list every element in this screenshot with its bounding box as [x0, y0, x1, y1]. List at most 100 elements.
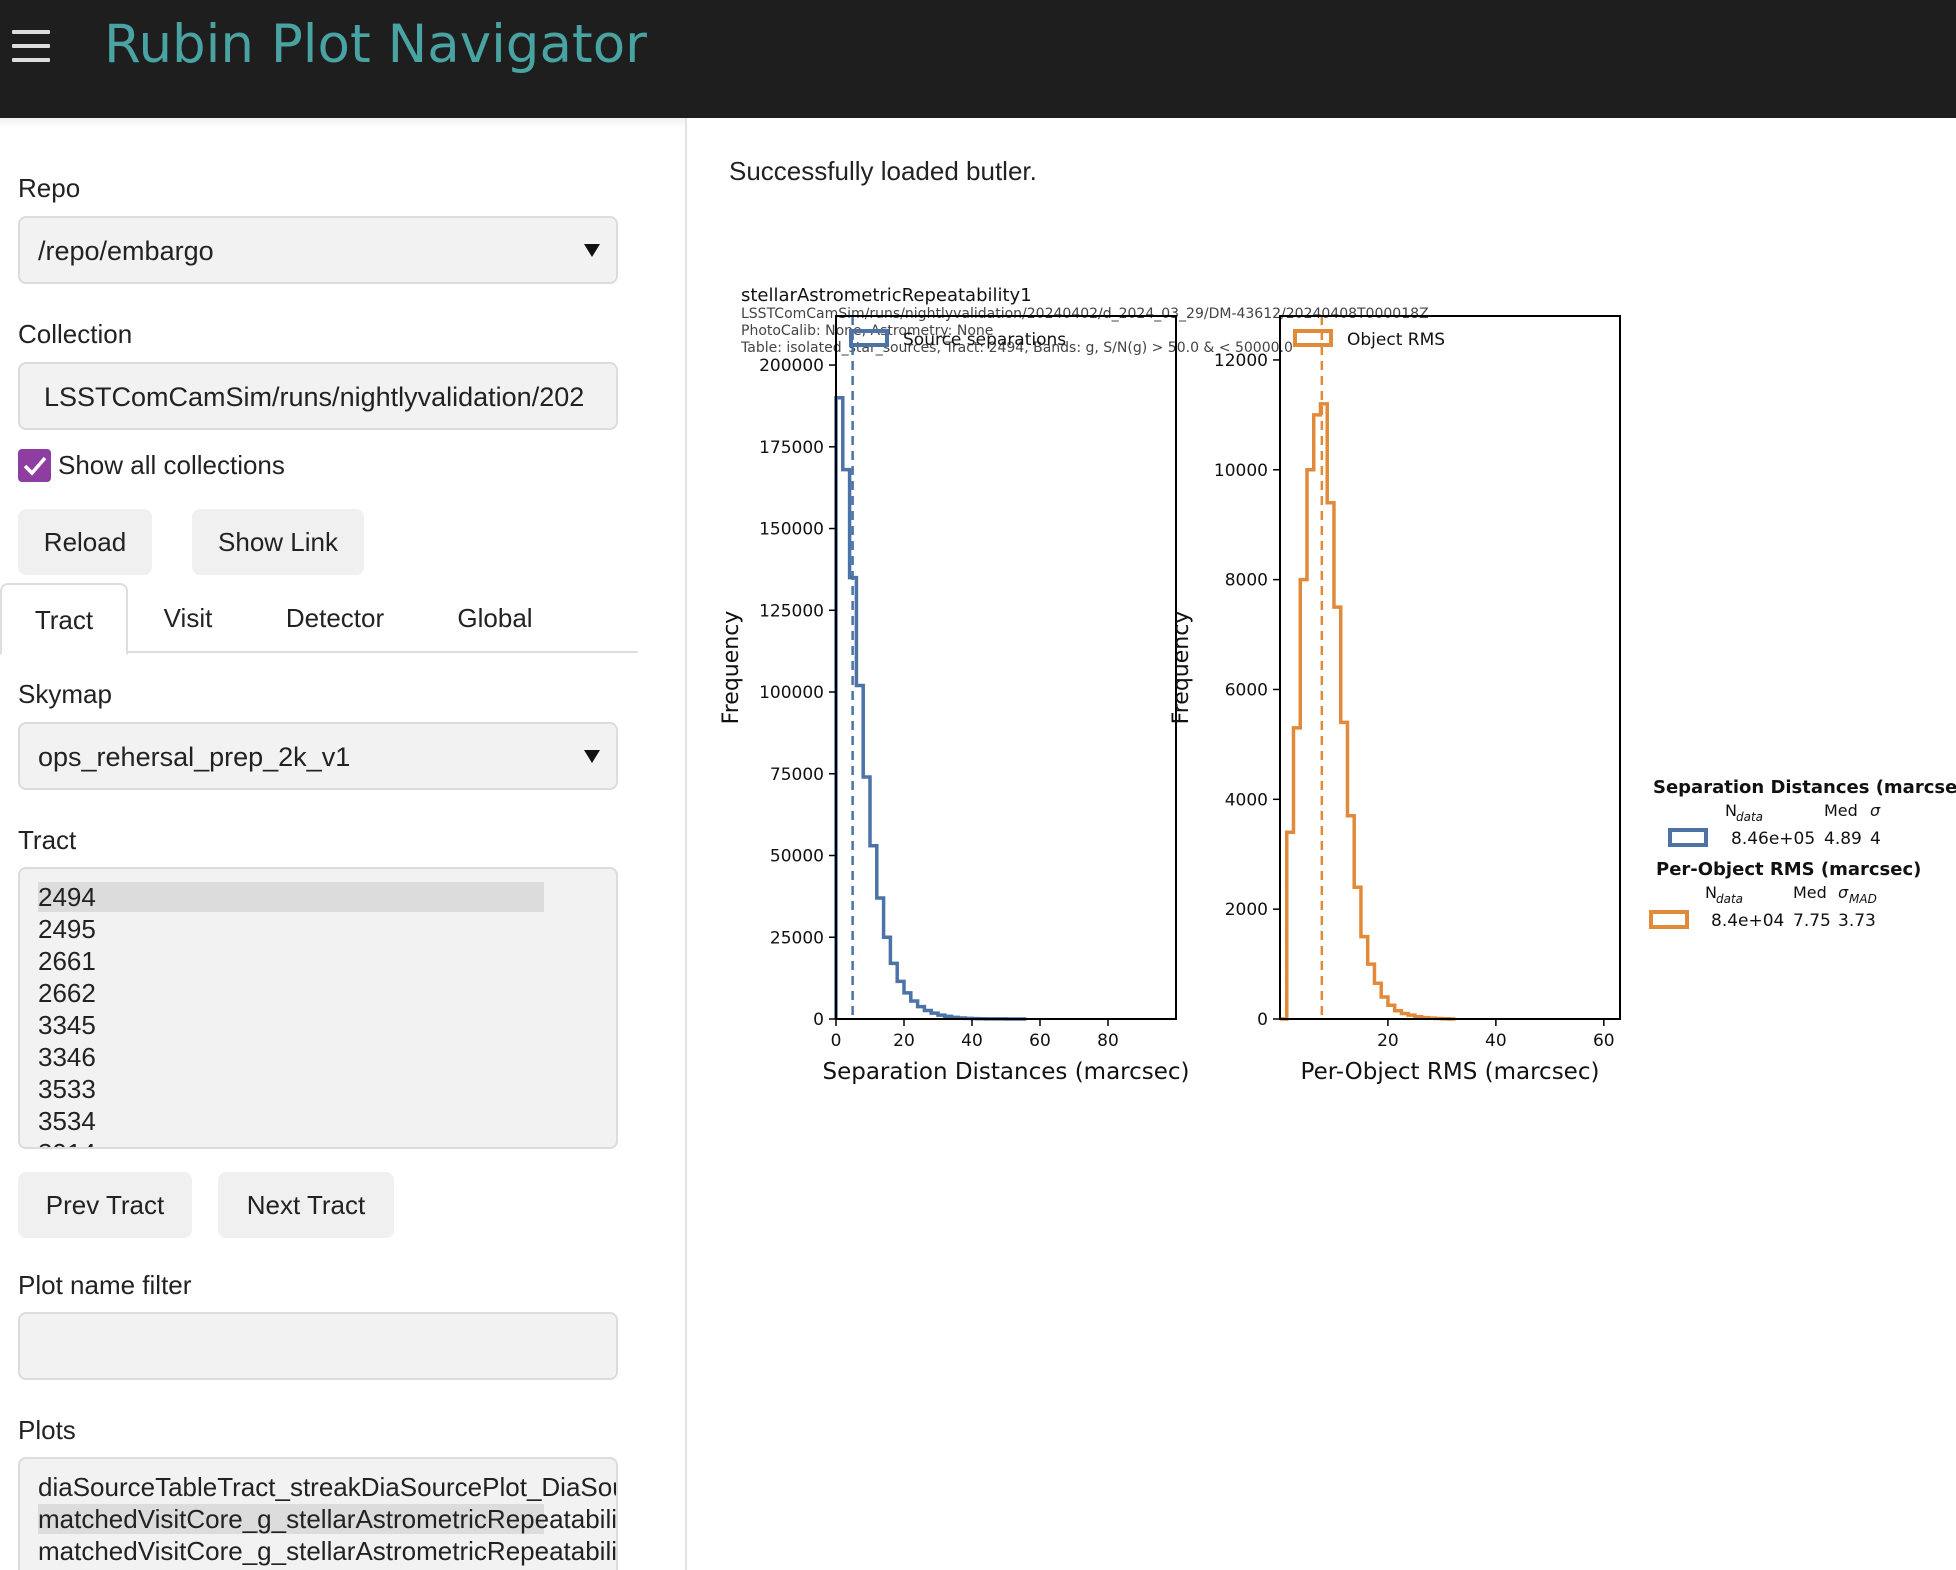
- hamburger-menu-icon[interactable]: [10, 30, 54, 64]
- tract-item[interactable]: 3533: [38, 1074, 96, 1104]
- stats-table: Separation Distances (marcsec) N data Me…: [1649, 777, 1956, 931]
- tab-detector[interactable]: Detector: [270, 583, 400, 653]
- y-tick-label: 4000: [1225, 790, 1268, 810]
- plot-filter-label: Plot name filter: [18, 1270, 192, 1300]
- separation-histogram-panel: 0 25000 50000 75000 100000 125000 150000 175000…: [719, 315, 1190, 1085]
- plot-item[interactable]: matchedVisitCore_g_stellarAstrometricRep…: [38, 1504, 616, 1534]
- status-message: Successfully loaded butler.: [729, 156, 1037, 186]
- stats-value: 8.46e+05: [1731, 829, 1815, 849]
- x-tick-label: 40: [1485, 1031, 1507, 1051]
- axes-frame: [1279, 315, 1621, 1020]
- legend-label: Object RMS: [1347, 330, 1445, 350]
- tract-item[interactable]: 2495: [38, 914, 96, 944]
- tract-label: Tract: [18, 825, 77, 855]
- y-tick-label: 2000: [1225, 900, 1268, 920]
- sep-legend-swatch: [1668, 828, 1708, 847]
- skymap-select[interactable]: ops_rehersal_prep_2k_v1: [18, 722, 618, 790]
- stats-header: σ: [1870, 801, 1881, 820]
- y-axis-label: Frequency: [719, 611, 744, 725]
- stats-value: 7.75: [1793, 911, 1831, 931]
- reload-button[interactable]: Reload: [18, 509, 152, 575]
- tab-global[interactable]: Global: [440, 583, 550, 653]
- tract-item[interactable]: 2494: [38, 882, 96, 912]
- plot-filter-input[interactable]: [18, 1312, 618, 1380]
- stats-sep-title: Separation Distances (marcsec): [1653, 777, 1956, 798]
- legend-label: Source separations: [903, 330, 1066, 350]
- y-tick-label: 50000: [770, 847, 824, 867]
- chevron-down-icon: [584, 244, 600, 257]
- x-tick-label: 80: [1097, 1031, 1119, 1051]
- y-tick-label: 125000: [759, 601, 824, 621]
- plots-label: Plots: [18, 1415, 76, 1445]
- stats-value: 4: [1870, 829, 1881, 849]
- x-tick-label: 60: [1593, 1031, 1615, 1051]
- plots-listbox[interactable]: diaSourceTableTract_streakDiaSourcePlot_…: [18, 1457, 618, 1570]
- stats-header: MAD: [1849, 892, 1877, 906]
- tab-tract[interactable]: Tract: [0, 583, 128, 655]
- x-tick-label: 0: [831, 1031, 842, 1051]
- x-axis-label: Separation Distances (marcsec): [822, 1059, 1189, 1085]
- tract-item[interactable]: 3346: [38, 1042, 96, 1072]
- y-tick-label: 12000: [1214, 351, 1268, 371]
- show-all-collections-checkbox[interactable]: [18, 449, 51, 482]
- y-tick-label: 25000: [770, 928, 824, 948]
- skymap-select-value: ops_rehersal_prep_2k_v1: [38, 742, 351, 772]
- collection-input[interactable]: LSSTComCamSim/runs/nightlyvalidation/202: [18, 362, 618, 430]
- collection-input-value: LSSTComCamSim/runs/nightlyvalidation/202: [44, 382, 585, 412]
- tract-listbox[interactable]: 2494 2495 2661 2662 3345 3346 3533 3534 …: [18, 867, 618, 1149]
- tract-item[interactable]: 2661: [38, 946, 96, 976]
- figure-title: stellarAstrometricRepeatability1: [741, 285, 1032, 306]
- rms-histogram-panel: 0 2000 4000 6000 8000 10000 12000 20 40 60 Per-Obj…: [1169, 315, 1621, 1085]
- y-tick-label: 200000: [759, 356, 824, 376]
- tract-item[interactable]: 2662: [38, 978, 96, 1008]
- y-tick-label: 0: [1257, 1010, 1268, 1030]
- repo-select-value: /repo/embargo: [38, 236, 214, 266]
- y-tick-label: 0: [813, 1010, 824, 1030]
- histogram-series: [834, 395, 1027, 1021]
- y-tick-label: 150000: [759, 520, 824, 540]
- stats-value: 4.89: [1824, 829, 1862, 849]
- y-axis-label: Frequency: [1169, 611, 1194, 725]
- app-header: Rubin Plot Navigator: [0, 0, 1956, 118]
- stats-header: data: [1716, 892, 1743, 906]
- axes-frame: [835, 315, 1177, 1020]
- skymap-label: Skymap: [18, 679, 112, 709]
- tract-selection-highlight: [38, 882, 544, 912]
- prev-tract-button[interactable]: Prev Tract: [18, 1172, 192, 1238]
- repo-label: Repo: [18, 173, 81, 203]
- main-panel: Successfully loaded butler. stellarAstro…: [689, 118, 1956, 1570]
- sidebar-shadow: [0, 118, 685, 128]
- stats-header: Med: [1793, 883, 1827, 902]
- checkmark-icon: [23, 456, 47, 476]
- plot-item[interactable]: matchedVisitCore_g_stellarAstrometricRep…: [38, 1536, 616, 1566]
- x-tick-label: 20: [893, 1031, 915, 1051]
- figure-subtitle-line: LSSTComCamSim/runs/nightlyvalidation/202…: [741, 306, 1429, 322]
- tract-item[interactable]: 3534: [38, 1106, 96, 1136]
- stats-value: 3.73: [1838, 911, 1876, 931]
- show-link-button[interactable]: Show Link: [192, 509, 364, 575]
- y-tick-label: 100000: [759, 683, 824, 703]
- show-all-collections-label[interactable]: Show all collections: [58, 450, 285, 481]
- repo-select[interactable]: /repo/embargo: [18, 216, 618, 284]
- legend-swatch: [1293, 329, 1333, 347]
- rms-legend-swatch: [1649, 910, 1689, 929]
- stats-header: σ: [1838, 883, 1849, 902]
- repeatability-plot: stellarAstrometricRepeatability1 LSSTCom…: [719, 285, 1956, 1085]
- y-tick-label: 75000: [770, 765, 824, 785]
- y-tick-label: 175000: [759, 438, 824, 458]
- stats-header: data: [1736, 810, 1763, 824]
- histogram-series: [1280, 402, 1456, 1021]
- x-tick-label: 20: [1377, 1031, 1399, 1051]
- plot-item[interactable]: diaSourceTableTract_streakDiaSourcePlot_…: [38, 1472, 616, 1502]
- tract-item[interactable]: 3914: [38, 1138, 96, 1147]
- next-tract-button[interactable]: Next Tract: [218, 1172, 394, 1238]
- stats-header: Med: [1824, 801, 1858, 820]
- tract-item[interactable]: 3345: [38, 1010, 96, 1040]
- chevron-down-icon: [584, 750, 600, 763]
- view-tabs: Tract Visit Detector Global: [0, 583, 638, 655]
- tab-visit[interactable]: Visit: [140, 583, 236, 653]
- app-title: Rubin Plot Navigator: [104, 14, 647, 75]
- y-tick-label: 10000: [1214, 461, 1268, 481]
- collection-label: Collection: [18, 319, 133, 349]
- x-axis-label: Per-Object RMS (marcsec): [1301, 1059, 1600, 1085]
